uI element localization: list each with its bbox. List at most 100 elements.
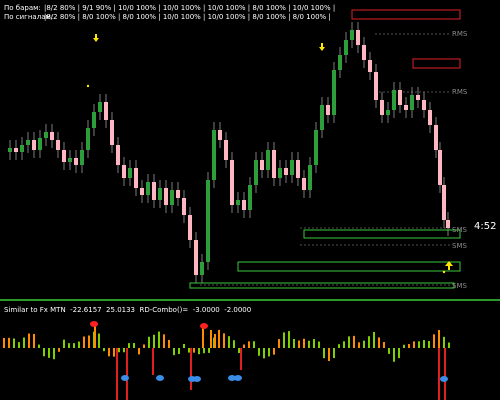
support-box-1	[303, 229, 461, 239]
candle-body	[442, 185, 446, 220]
histogram-bar	[88, 335, 90, 348]
histogram-bar	[423, 340, 425, 348]
histogram-bar	[203, 348, 205, 354]
level-label-sms-2: SMS	[452, 242, 467, 250]
histogram-bar	[8, 337, 10, 348]
signal-dot	[86, 84, 90, 88]
histogram-bar	[138, 348, 140, 355]
candle-body	[296, 160, 300, 178]
candle-body	[362, 45, 366, 60]
candle-body	[146, 182, 150, 195]
candle-body	[320, 105, 324, 130]
sell-arrow-icon	[93, 34, 99, 42]
red-signal-dot	[200, 323, 208, 329]
histogram-bar	[403, 344, 405, 348]
histogram-bar	[308, 340, 310, 348]
histogram-bar	[53, 348, 55, 360]
histogram-bar	[208, 348, 210, 353]
histogram-bar	[263, 348, 265, 359]
histogram-bar	[443, 336, 445, 348]
histogram-bar	[33, 333, 35, 348]
histogram-bar	[288, 331, 290, 348]
candle-body	[20, 145, 24, 152]
candle-body	[188, 215, 192, 240]
histogram-bar	[133, 343, 135, 348]
histogram-bar	[98, 333, 100, 348]
candle-body	[236, 200, 240, 205]
histogram-bar	[378, 337, 380, 348]
candle-body	[434, 125, 438, 150]
candle-body	[248, 185, 252, 210]
histogram-bar	[433, 334, 435, 348]
histogram-bar	[268, 348, 270, 357]
histogram-spike-down	[240, 348, 242, 370]
histogram-bar	[273, 348, 275, 355]
candle-body	[422, 100, 426, 110]
histogram-bar	[413, 341, 415, 348]
histogram-bar	[278, 339, 280, 348]
candle-body	[428, 110, 432, 125]
histogram-bar	[258, 348, 260, 356]
histogram-bar	[428, 341, 430, 348]
histogram-bar	[363, 340, 365, 348]
histogram-bar	[63, 339, 65, 348]
candle-body	[278, 168, 282, 178]
candle-body	[86, 128, 90, 150]
histogram-spike-up	[202, 326, 204, 348]
candle-body	[272, 150, 276, 178]
candle-body	[260, 160, 264, 170]
histogram-spike-down	[444, 348, 446, 400]
support-box-2	[237, 261, 461, 272]
candle-body	[68, 158, 72, 162]
histogram-bar	[298, 340, 300, 348]
price-chart[interactable]	[0, 0, 500, 400]
candle-body	[416, 95, 420, 100]
histogram-bar	[168, 339, 170, 348]
histogram-bar	[13, 338, 15, 348]
candle-body	[104, 102, 108, 120]
histogram-bar	[238, 348, 240, 354]
histogram-bar	[348, 336, 350, 348]
candle-body	[386, 110, 390, 115]
candle-body	[242, 200, 246, 210]
histogram-bar	[58, 348, 60, 352]
histogram-bar	[388, 348, 390, 354]
candle-body	[116, 145, 120, 165]
blue-signal-dot	[440, 376, 448, 382]
candle-body	[80, 150, 84, 165]
candle-body	[368, 60, 372, 72]
histogram-bar	[383, 342, 385, 348]
histogram-bar	[198, 348, 200, 355]
histogram-bar	[173, 348, 175, 356]
histogram-bar	[408, 344, 410, 348]
candle-body	[266, 150, 270, 170]
stats-by-signals-label: По сигналам:	[4, 13, 54, 21]
candle-body	[158, 188, 162, 200]
candle-body	[32, 140, 36, 150]
histogram-bar	[178, 348, 180, 355]
candle-body	[128, 168, 132, 178]
histogram-bar	[358, 342, 360, 348]
stats-by-bars-values: |8/2 80% | 9/1 90% | 10/0 100% | 10/0 10…	[44, 4, 336, 12]
histogram-bar	[113, 348, 115, 357]
level-label-sms-1: SMS	[452, 226, 467, 234]
candle-body	[56, 140, 60, 150]
candle-body	[170, 190, 174, 205]
histogram-bar	[163, 334, 165, 348]
histogram-bar	[323, 348, 325, 359]
histogram-bar	[313, 339, 315, 348]
candle-body	[350, 30, 354, 40]
histogram-bar	[438, 330, 440, 348]
candle-body	[398, 90, 402, 105]
histogram-bar	[368, 336, 370, 348]
candle-body	[308, 165, 312, 190]
histogram-spike-up	[94, 326, 96, 348]
histogram-bar	[253, 341, 255, 348]
histogram-bar	[28, 333, 30, 348]
histogram-bar	[448, 342, 450, 348]
histogram-bar	[128, 343, 130, 348]
indicator-title: Similar to Fx MTN -22.6157 25.0133 RD-Co…	[4, 306, 252, 314]
candle-body	[152, 182, 156, 200]
candle-body	[410, 95, 414, 110]
support-box-3	[189, 282, 455, 289]
